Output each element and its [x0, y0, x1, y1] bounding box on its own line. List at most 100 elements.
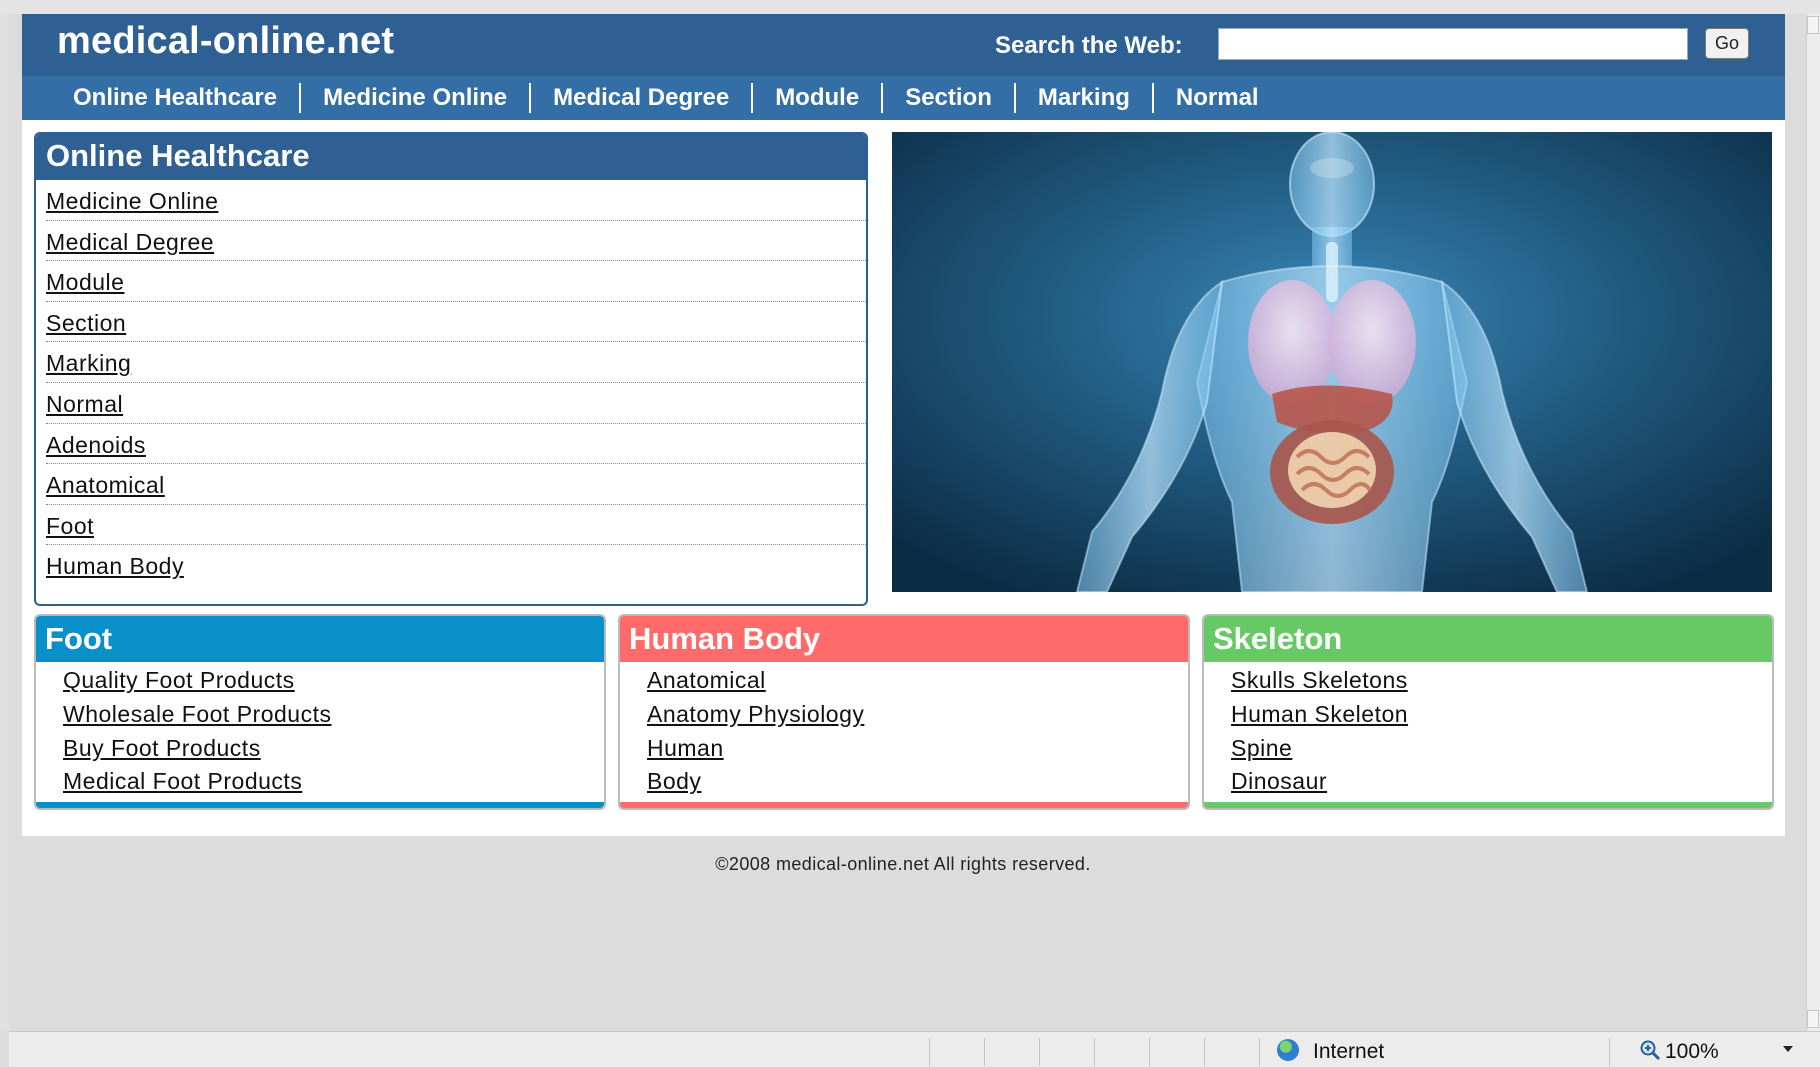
- nav-separator: [1151, 83, 1154, 113]
- link-anatomical[interactable]: Anatomical: [46, 472, 165, 498]
- link-wholesale-foot-products[interactable]: Wholesale Foot Products: [63, 701, 331, 727]
- status-bar-divider: [1094, 1038, 1095, 1066]
- zoom-level[interactable]: 100%: [1665, 1040, 1719, 1064]
- go-button[interactable]: Go: [1705, 28, 1749, 59]
- vertical-scrollbar[interactable]: [1806, 14, 1820, 1031]
- link-human-skeleton[interactable]: Human Skeleton: [1231, 701, 1408, 727]
- nav-item-medicine-online[interactable]: Medicine Online: [323, 84, 507, 112]
- list-item: Body: [647, 768, 1188, 802]
- site-container: medical-online.net Search the Web: Go On…: [22, 14, 1785, 836]
- zoom-dropdown-arrow-icon[interactable]: [1783, 1046, 1793, 1052]
- browser-viewport: medical-online.net Search the Web: Go On…: [0, 0, 1820, 1067]
- link-human[interactable]: Human: [647, 735, 724, 761]
- site-logo[interactable]: medical-online.net: [57, 20, 394, 63]
- link-adenoids[interactable]: Adenoids: [46, 432, 146, 458]
- list-item: Section: [46, 302, 866, 343]
- list-item: Marking: [46, 342, 866, 383]
- link-buy-foot-products[interactable]: Buy Foot Products: [63, 735, 261, 761]
- list-item: Medical Degree: [46, 221, 866, 262]
- foot-box-bottom-bar: [36, 802, 604, 808]
- list-item: Human: [647, 735, 1188, 769]
- human-anatomy-illustration: [892, 132, 1772, 592]
- nav-item-medical-degree[interactable]: Medical Degree: [553, 84, 729, 112]
- copyright-text: ©2008 medical-online.net All rights rese…: [715, 854, 1091, 874]
- scroll-up-button[interactable]: [1807, 16, 1819, 34]
- list-item: Medical Foot Products: [63, 768, 604, 802]
- scroll-down-button[interactable]: [1807, 1010, 1819, 1028]
- link-module[interactable]: Module: [46, 269, 124, 295]
- status-bar-divider: [1149, 1038, 1150, 1066]
- browser-status-bar: Internet 100%: [9, 1031, 1820, 1067]
- status-bar-divider: [1609, 1038, 1610, 1066]
- skeleton-links: Skulls Skeletons Human Skeleton Spine Di…: [1204, 662, 1772, 802]
- link-anatomical[interactable]: Anatomical: [647, 667, 766, 693]
- nav-separator: [1013, 83, 1016, 113]
- zoom-magnifier-icon: [1640, 1040, 1661, 1061]
- nav-separator: [299, 83, 302, 113]
- nav-item-marking[interactable]: Marking: [1038, 84, 1130, 112]
- internet-zone-globe-icon: [1277, 1039, 1299, 1061]
- nav-item-normal[interactable]: Normal: [1176, 84, 1259, 112]
- list-item: Human Skeleton: [1231, 701, 1772, 735]
- link-dinosaur[interactable]: Dinosaur: [1231, 768, 1327, 794]
- link-medicine-online[interactable]: Medicine Online: [46, 188, 218, 214]
- list-item: Module: [46, 261, 866, 302]
- list-item: Adenoids: [46, 424, 866, 465]
- link-foot[interactable]: Foot: [46, 513, 94, 539]
- link-normal[interactable]: Normal: [46, 391, 123, 417]
- status-bar-divider: [1039, 1038, 1040, 1066]
- nav-separator: [751, 83, 754, 113]
- skeleton-box-bottom-bar: [1204, 802, 1772, 808]
- link-spine[interactable]: Spine: [1231, 735, 1292, 761]
- human-body-box: Human Body Anatomical Anatomy Physiology…: [618, 614, 1190, 810]
- link-section[interactable]: Section: [46, 310, 126, 336]
- online-healthcare-box: Online Healthcare Medicine Online Medica…: [34, 132, 868, 606]
- nav-item-section[interactable]: Section: [905, 84, 992, 112]
- list-item: Dinosaur: [1231, 768, 1772, 802]
- skeleton-box: Skeleton Skulls Skeletons Human Skeleton…: [1202, 614, 1774, 810]
- link-medical-degree[interactable]: Medical Degree: [46, 229, 214, 255]
- online-healthcare-links: Medicine Online Medical Degree Module Se…: [36, 180, 866, 586]
- list-item: Anatomical: [647, 667, 1188, 701]
- site-header: medical-online.net Search the Web: Go: [22, 14, 1785, 76]
- nav-item-online-healthcare[interactable]: Online Healthcare: [73, 84, 277, 112]
- link-human-body[interactable]: Human Body: [46, 553, 184, 579]
- nav-separator: [529, 83, 532, 113]
- human-body-heading: Human Body: [620, 616, 1188, 662]
- human-body-box-bottom-bar: [620, 802, 1188, 808]
- link-body[interactable]: Body: [647, 768, 701, 794]
- search-input[interactable]: [1218, 28, 1688, 60]
- nav-separator: [881, 83, 884, 113]
- list-item: Spine: [1231, 735, 1772, 769]
- top-navigation: Online Healthcare Medicine Online Medica…: [22, 76, 1785, 120]
- security-zone-label[interactable]: Internet: [1313, 1040, 1384, 1064]
- status-bar-divider: [984, 1038, 985, 1066]
- foot-heading: Foot: [36, 616, 604, 662]
- link-marking[interactable]: Marking: [46, 350, 131, 376]
- list-item: Anatomy Physiology: [647, 701, 1188, 735]
- list-item: Skulls Skeletons: [1231, 667, 1772, 701]
- online-healthcare-heading: Online Healthcare: [36, 134, 866, 180]
- status-bar-divider: [929, 1038, 930, 1066]
- link-medical-foot-products[interactable]: Medical Foot Products: [63, 768, 302, 794]
- foot-box: Foot Quality Foot Products Wholesale Foo…: [34, 614, 606, 810]
- hero-anatomy-image: [892, 132, 1772, 592]
- list-item: Quality Foot Products: [63, 667, 604, 701]
- foot-links: Quality Foot Products Wholesale Foot Pro…: [36, 662, 604, 802]
- link-quality-foot-products[interactable]: Quality Foot Products: [63, 667, 295, 693]
- nav-item-module[interactable]: Module: [775, 84, 859, 112]
- browser-top-edge: [0, 0, 1820, 14]
- list-item: Anatomical: [46, 464, 866, 505]
- list-item: Buy Foot Products: [63, 735, 604, 769]
- human-body-links: Anatomical Anatomy Physiology Human Body: [620, 662, 1188, 802]
- list-item: Human Body: [46, 545, 866, 586]
- status-bar-divider: [1204, 1038, 1205, 1066]
- skeleton-heading: Skeleton: [1204, 616, 1772, 662]
- search-label: Search the Web:: [995, 32, 1183, 59]
- link-anatomy-physiology[interactable]: Anatomy Physiology: [647, 701, 864, 727]
- list-item: Wholesale Foot Products: [63, 701, 604, 735]
- list-item: Foot: [46, 505, 866, 546]
- list-item: Medicine Online: [46, 180, 866, 221]
- browser-left-edge: [0, 14, 9, 1031]
- link-skulls-skeletons[interactable]: Skulls Skeletons: [1231, 667, 1408, 693]
